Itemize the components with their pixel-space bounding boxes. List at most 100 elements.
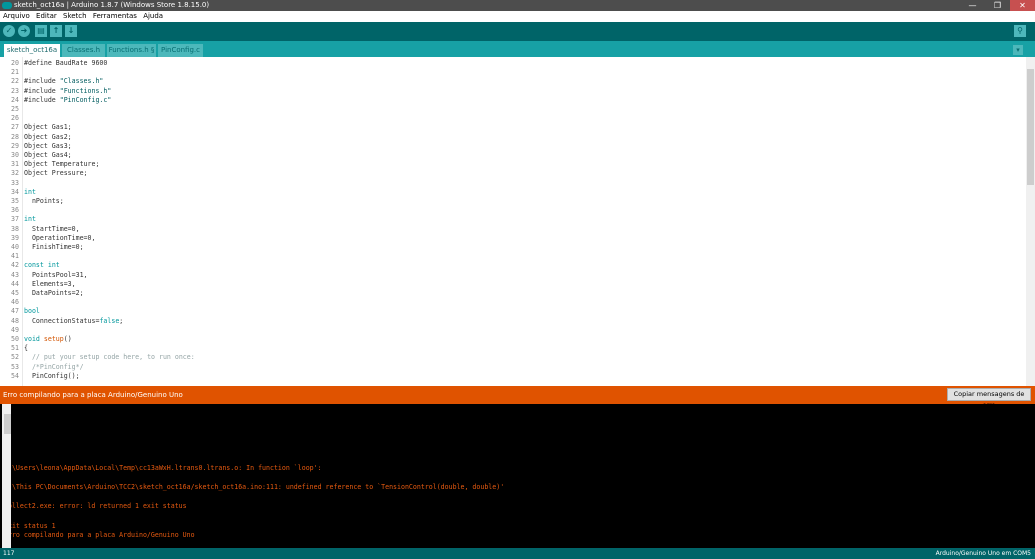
line-number: 44 bbox=[11, 279, 19, 288]
line-number: 41 bbox=[11, 252, 19, 261]
code-line: StartTime=0, bbox=[24, 224, 80, 233]
gutter-divider bbox=[22, 57, 23, 386]
console-line: C:\Users\leona\AppData\Local\Temp\cc13aW… bbox=[4, 464, 322, 472]
save-button[interactable]: ↓ bbox=[65, 25, 77, 37]
serial-monitor-button[interactable]: ⚲ bbox=[1014, 25, 1026, 37]
line-number: 54 bbox=[11, 371, 19, 380]
line-number: 39 bbox=[11, 233, 19, 242]
line-number: 53 bbox=[11, 362, 19, 371]
console-line: Erro compilando para a placa Arduino/Gen… bbox=[4, 531, 195, 540]
line-number: 35 bbox=[11, 197, 19, 205]
code-line: FinishTime=0; bbox=[24, 243, 84, 251]
line-number: 42 bbox=[11, 261, 19, 270]
line-number: 31 bbox=[11, 160, 19, 169]
close-button[interactable]: ✕ bbox=[1010, 0, 1035, 11]
error-bar: Erro compilando para a placa Arduino/Gen… bbox=[0, 386, 1035, 409]
line-number: 52 bbox=[11, 353, 19, 362]
menu-ferramentas[interactable]: Ferramentas bbox=[93, 12, 137, 20]
code-line: ConnectionStatus=false; bbox=[24, 316, 124, 325]
console-line: collect2.exe: error: ld returned 1 exit … bbox=[4, 502, 187, 511]
code-line: int bbox=[24, 187, 36, 196]
line-number: 27 bbox=[11, 123, 19, 132]
line-number: 50 bbox=[11, 335, 19, 343]
line-number: 32 bbox=[11, 169, 19, 178]
line-number: 37 bbox=[11, 215, 19, 224]
console-output[interactable]: C:\Users\leona\AppData\Local\Temp\cc13aW… bbox=[0, 404, 1035, 548]
open-button[interactable]: ↑ bbox=[50, 25, 62, 37]
console-scrollbar[interactable] bbox=[2, 404, 11, 548]
tab-bar: sketch_oct16a Classes.h Functions.h § Pi… bbox=[0, 41, 1035, 57]
line-number: 43 bbox=[11, 270, 19, 279]
tab-menu-button[interactable]: ▾ bbox=[1013, 45, 1023, 55]
editor-scrollbar[interactable] bbox=[1026, 57, 1035, 386]
code-line: void setup() bbox=[24, 335, 72, 343]
line-number: 51 bbox=[11, 344, 19, 353]
line-number: 20 bbox=[11, 59, 19, 67]
code-line: Elements=3, bbox=[24, 279, 76, 288]
title-bar: sketch_oct16a | Arduino 1.8.7 (Windows S… bbox=[0, 0, 1035, 11]
line-number: 24 bbox=[11, 95, 19, 104]
line-number: 26 bbox=[11, 114, 19, 123]
menu-editar[interactable]: Editar bbox=[36, 12, 57, 20]
line-number: 40 bbox=[11, 243, 19, 251]
code-line: PinConfig(); bbox=[24, 371, 80, 380]
arduino-logo-icon bbox=[2, 2, 12, 9]
line-number: 34 bbox=[11, 187, 19, 196]
upload-button[interactable]: ➜ bbox=[18, 25, 30, 37]
code-line: { bbox=[24, 344, 28, 353]
code-line: OperationTime=0, bbox=[24, 233, 96, 242]
line-number: 25 bbox=[11, 105, 19, 113]
line-number: 22 bbox=[11, 77, 19, 86]
line-number: 21 bbox=[11, 68, 19, 77]
code-line: Object Gas1; bbox=[24, 123, 72, 132]
restore-button[interactable]: ❐ bbox=[985, 0, 1010, 11]
line-number: 28 bbox=[11, 132, 19, 141]
tab-sketch-oct16a[interactable]: sketch_oct16a bbox=[4, 44, 60, 57]
code-line: Object Gas4; bbox=[24, 151, 72, 159]
code-line: const int bbox=[24, 261, 60, 270]
line-number: 117 bbox=[3, 550, 15, 557]
code-line: DataPoints=2; bbox=[24, 289, 84, 297]
code-line: nPoints; bbox=[24, 197, 64, 205]
tab-classes-h[interactable]: Classes.h bbox=[62, 44, 105, 57]
code-editor[interactable]: 20 #define BaudRate 9600 21 22 #include "Cla… bbox=[0, 57, 1035, 386]
menu-sketch[interactable]: Sketch bbox=[63, 12, 87, 20]
toolbar: ✓ ➜ ▤ ↑ ↓ ⚲ bbox=[0, 22, 1035, 41]
line-number: 33 bbox=[11, 178, 19, 187]
menu-bar: Arquivo Editar Sketch Ferramentas Ajuda bbox=[0, 11, 1035, 22]
line-number: 38 bbox=[11, 224, 19, 233]
line-number: 36 bbox=[11, 206, 19, 215]
console-line: exit status 1 bbox=[4, 521, 56, 530]
new-button[interactable]: ▤ bbox=[35, 25, 47, 37]
menu-arquivo[interactable]: Arquivo bbox=[3, 12, 30, 20]
console-line: D:\This PC\Documents\Arduino\TCC2\sketch… bbox=[4, 483, 505, 492]
minimize-button[interactable]: — bbox=[960, 0, 985, 11]
code-line: Object Gas2; bbox=[24, 132, 72, 141]
console-scrollbar-thumb[interactable] bbox=[4, 414, 11, 434]
code-line: Object Gas3; bbox=[24, 141, 72, 150]
code-line: #include "Functions.h" bbox=[24, 86, 112, 95]
line-number: 23 bbox=[11, 86, 19, 95]
tab-pinconfig-c[interactable]: PinConfig.c bbox=[158, 44, 203, 57]
board-port: Arduino/Genuino Uno em COM5 bbox=[935, 550, 1031, 557]
code-line: Object Temperature; bbox=[24, 160, 100, 169]
line-number: 47 bbox=[11, 307, 19, 316]
code-line: #include "PinConfig.c" bbox=[24, 95, 112, 104]
code-line: Object Pressure; bbox=[24, 169, 88, 178]
line-number: 30 bbox=[11, 151, 19, 159]
line-number: 45 bbox=[11, 289, 19, 297]
code-line: int bbox=[24, 215, 36, 224]
error-message: Erro compilando para a placa Arduino/Gen… bbox=[3, 391, 183, 399]
line-number: 29 bbox=[11, 141, 19, 150]
line-number: 49 bbox=[11, 325, 19, 334]
code-line: bool bbox=[24, 307, 40, 316]
copy-error-button[interactable]: Copiar mensagens de erro bbox=[947, 388, 1031, 409]
tab-functions-h[interactable]: Functions.h § bbox=[107, 44, 156, 57]
code-line: // put your setup code here, to run once… bbox=[24, 353, 195, 362]
scrollbar-thumb[interactable] bbox=[1027, 69, 1034, 185]
code-line: /*PinConfig*/ bbox=[24, 362, 84, 371]
code-line: #include "Classes.h" bbox=[24, 77, 104, 86]
line-number: 46 bbox=[11, 298, 19, 307]
menu-ajuda[interactable]: Ajuda bbox=[143, 12, 163, 20]
verify-button[interactable]: ✓ bbox=[3, 25, 15, 37]
